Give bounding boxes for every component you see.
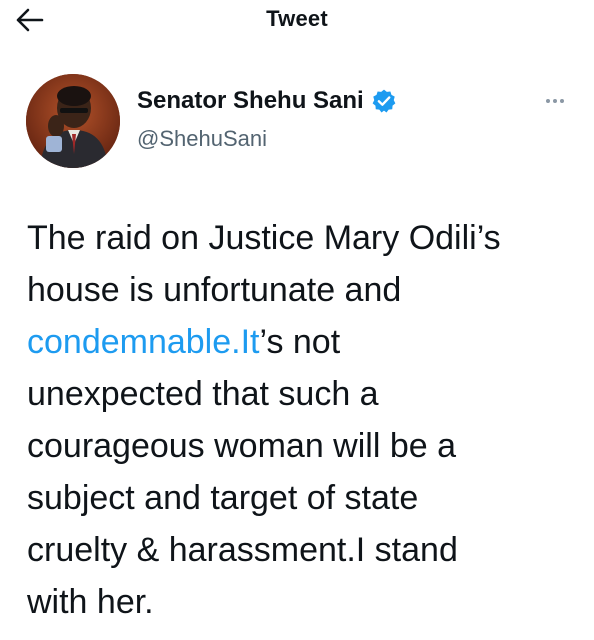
tweet-text: The raid on Justice Mary Odili’s house i… [27,212,577,628]
more-options-button[interactable] [538,90,572,112]
tweet-author: Senator Shehu Sani @ShehuSani [0,70,594,180]
page-title: Tweet [266,6,328,31]
author-handle[interactable]: @ShehuSani [137,126,267,152]
verified-badge-icon [372,89,396,113]
avatar[interactable] [26,74,120,168]
tweet-text-part: ’s not unexpected that such a courageous… [27,323,458,621]
author-name: Senator Shehu Sani [137,87,364,114]
top-bar: Tweet [0,0,594,44]
more-dot [553,99,557,103]
more-horizontal-icon [546,99,550,103]
hashtag-link[interactable]: condemnable.It [27,323,260,361]
author-name-line[interactable]: Senator Shehu Sani [137,87,397,115]
more-dot [560,99,564,103]
avatar-image [26,74,120,168]
tweet-text-part: The raid on Justice Mary Odili’s house i… [27,219,501,309]
